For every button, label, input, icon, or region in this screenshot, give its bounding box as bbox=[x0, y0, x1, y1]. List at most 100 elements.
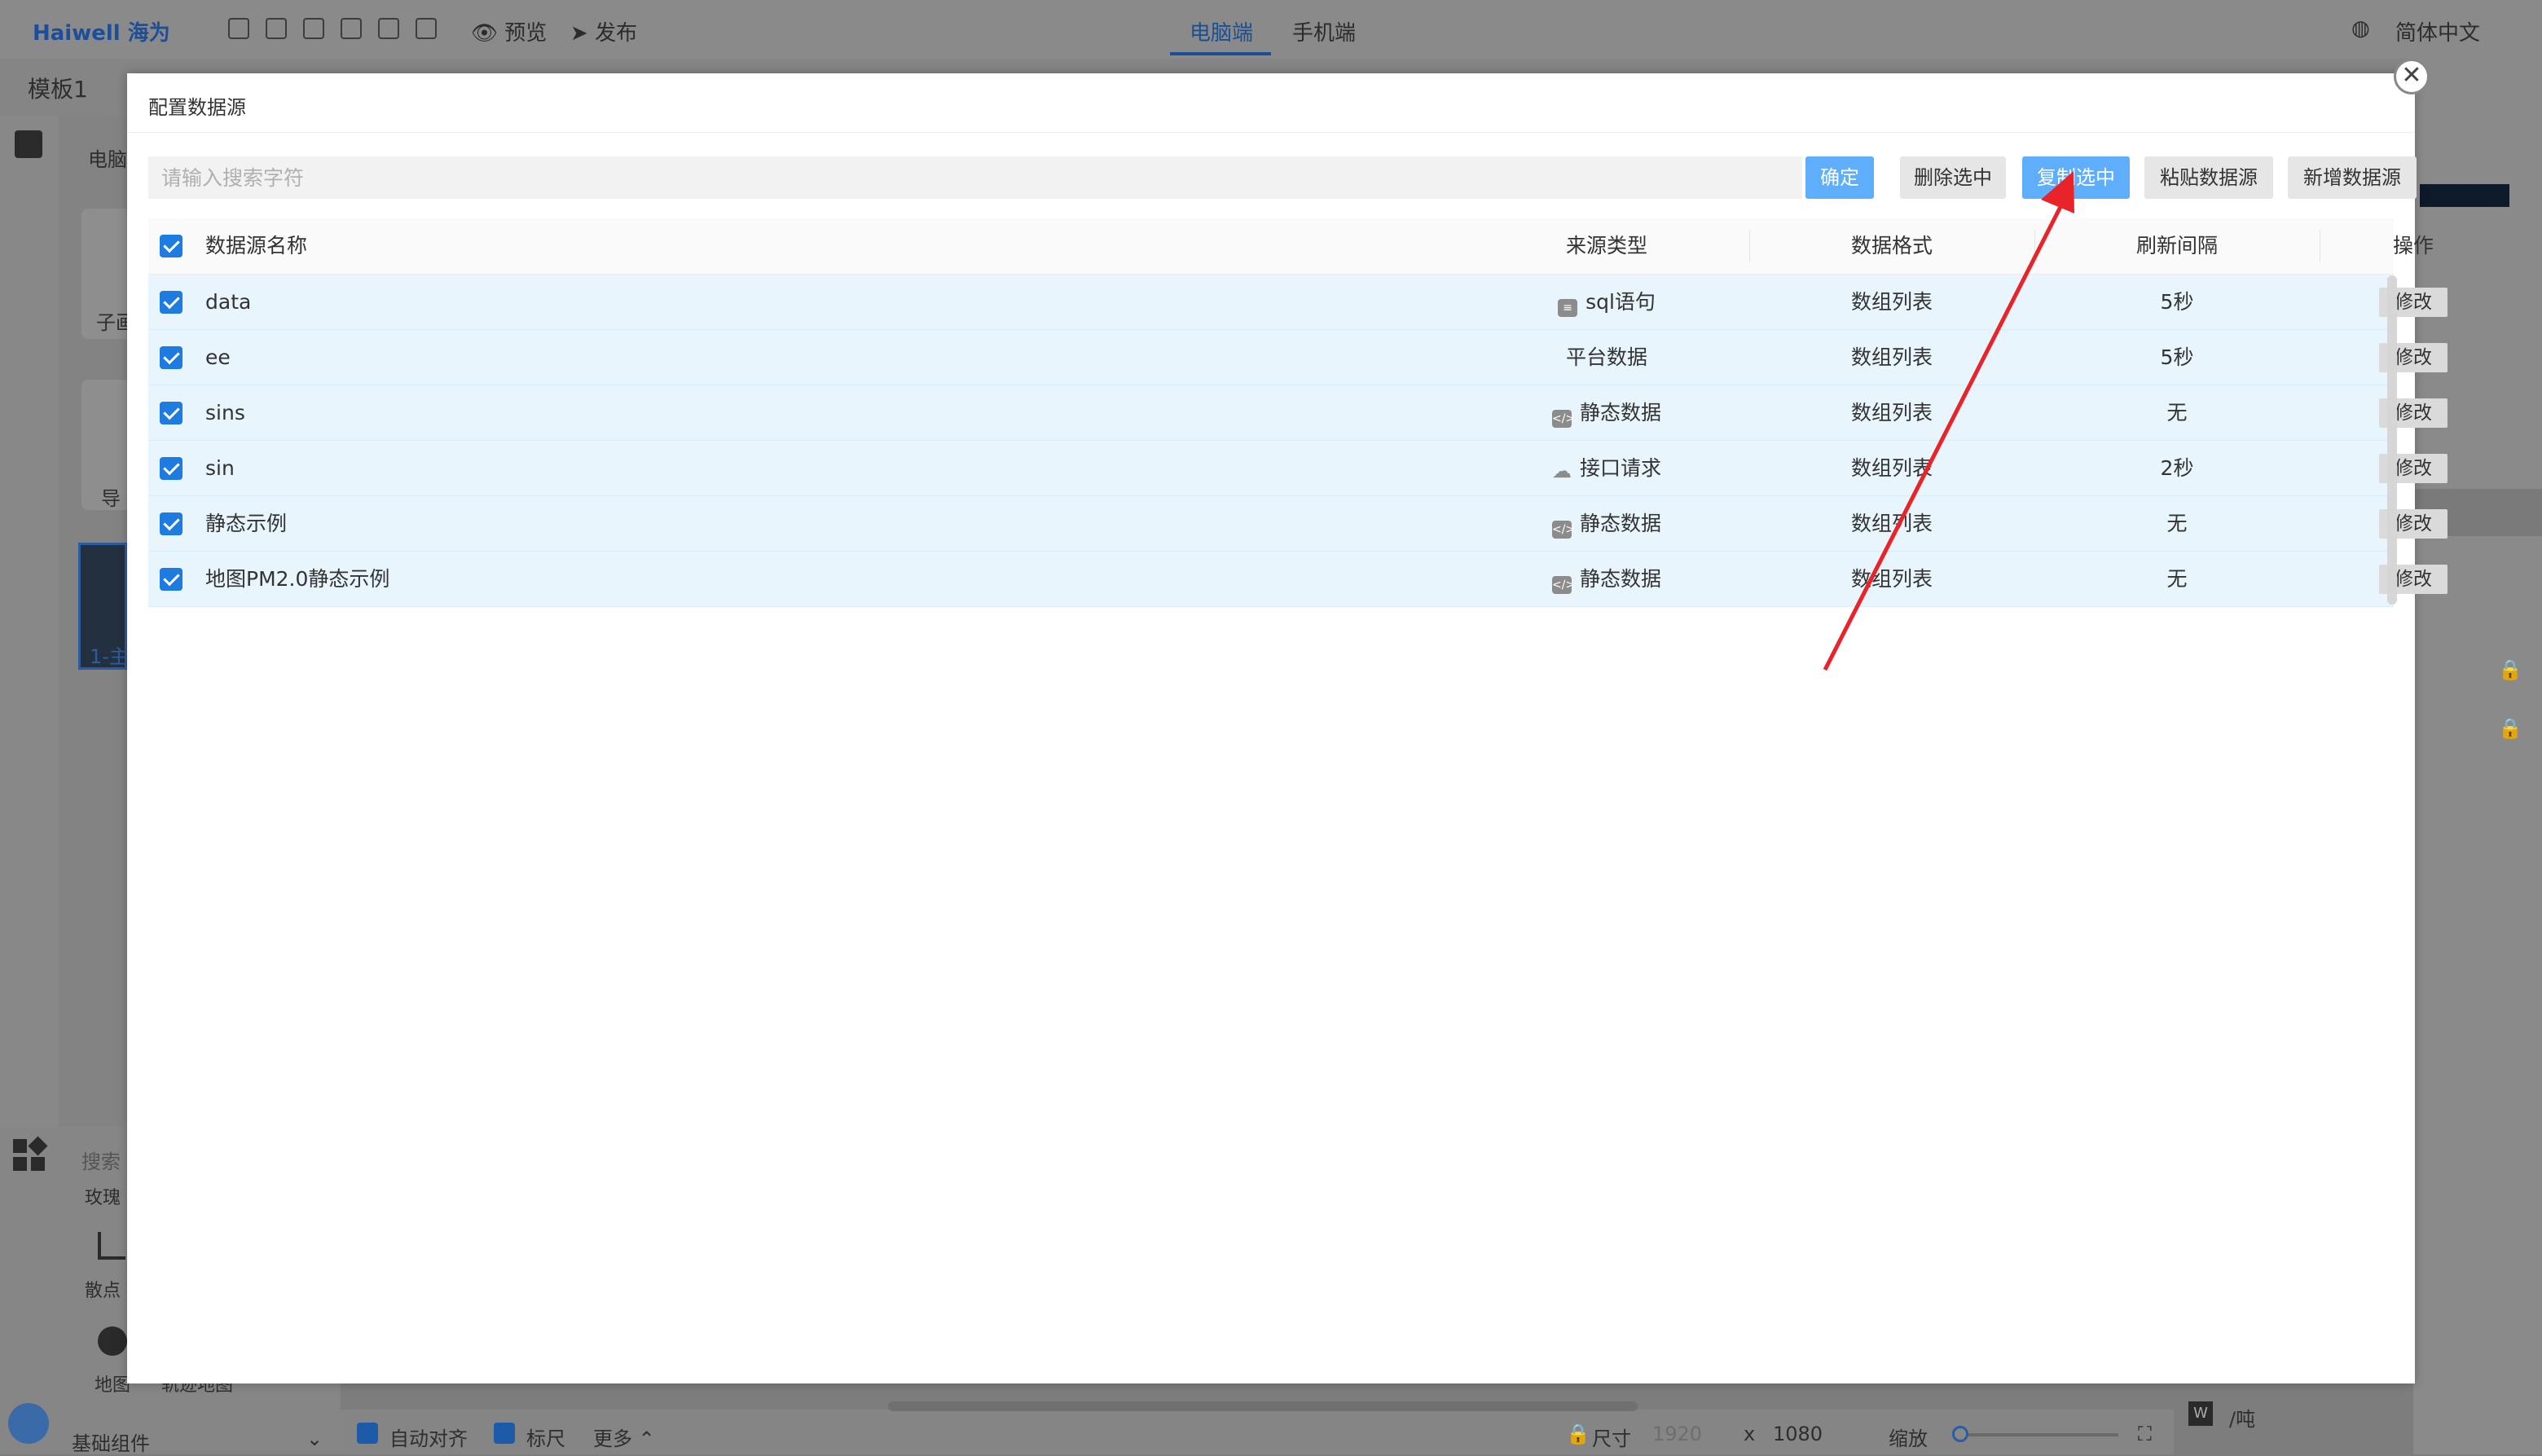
table-row[interactable]: sin ☁ 接口请求 数组列表 2秒 修改 bbox=[148, 441, 2447, 496]
page-card-label: 导 bbox=[101, 487, 121, 510]
code-icon: </> bbox=[1551, 521, 1575, 539]
note-icon[interactable] bbox=[378, 18, 399, 39]
source-type-cell: </> 静态数据 bbox=[1464, 496, 1749, 551]
data-format: 数组列表 bbox=[1850, 567, 1933, 591]
width-input[interactable]: 1920 bbox=[1652, 1423, 1702, 1445]
component-label: 玫瑰 bbox=[85, 1188, 121, 1208]
table-scrollbar[interactable] bbox=[2387, 275, 2397, 605]
ruler-label: 标尺 bbox=[526, 1427, 565, 1450]
chevron-down-icon[interactable]: ⌄ bbox=[306, 1427, 323, 1450]
source-type-label: 静态数据 bbox=[1579, 567, 1661, 591]
modal-title: 配置数据源 bbox=[148, 96, 246, 119]
row-checkbox[interactable] bbox=[160, 512, 183, 535]
copy-selected-button[interactable]: 复制选中 bbox=[2022, 156, 2130, 199]
column-header-actions: 操作 bbox=[2392, 234, 2434, 257]
add-datasource-button[interactable]: 新增数据源 bbox=[2288, 156, 2417, 199]
table-row[interactable]: 地图PM2.0静态示例 </> 静态数据 数组列表无修改 bbox=[148, 552, 2447, 607]
lock-icon[interactable]: 🔒 bbox=[1566, 1423, 1590, 1445]
tab-desktop-underline bbox=[1170, 52, 1271, 55]
lock-icon[interactable]: 🔒 bbox=[2498, 717, 2522, 740]
source-type-label: 接口请求 bbox=[1579, 456, 1661, 480]
unit-label: /吨 bbox=[2229, 1408, 2256, 1431]
source-type-cell: </> 静态数据 bbox=[1464, 385, 1749, 440]
data-format: 数组列表 bbox=[1850, 290, 1933, 314]
row-checkbox[interactable] bbox=[160, 346, 183, 369]
source-type-label: 静态数据 bbox=[1579, 512, 1661, 535]
table-row[interactable]: ee 平台数据 数组列表 5秒 修改 bbox=[148, 330, 2447, 385]
source-type-cell: ☁ 接口请求 bbox=[1464, 441, 1749, 495]
image-icon[interactable] bbox=[266, 18, 287, 39]
datasource-name: ee bbox=[205, 345, 231, 369]
more-menu[interactable]: 更多 ⌃ bbox=[593, 1423, 655, 1451]
app-logo[interactable]: Haiwell 海为 bbox=[33, 16, 170, 46]
row-checkbox[interactable] bbox=[160, 291, 183, 314]
tab-mobile[interactable]: 手机端 bbox=[1292, 16, 1356, 46]
language-select[interactable]: 简体中文 bbox=[2395, 16, 2480, 46]
base-components-header[interactable]: 基础组件 bbox=[72, 1427, 150, 1456]
search-input[interactable] bbox=[148, 156, 1802, 199]
variable-icon[interactable] bbox=[303, 18, 324, 39]
height-input[interactable]: 1080 bbox=[1773, 1423, 1823, 1445]
modal-header: 配置数据源 bbox=[127, 73, 2415, 133]
publish-label: 发布 bbox=[595, 21, 638, 46]
datasource-name: sins bbox=[205, 401, 245, 424]
page-thumbnail-label: 1-主 bbox=[90, 645, 129, 668]
refresh-interval: 5秒 bbox=[2160, 290, 2194, 314]
map-globe-icon[interactable] bbox=[98, 1326, 127, 1356]
row-checkbox[interactable] bbox=[160, 457, 183, 480]
source-type-label: 静态数据 bbox=[1579, 401, 1661, 424]
preview-label: 预览 bbox=[504, 21, 548, 46]
close-modal-button[interactable]: ✕ bbox=[2394, 59, 2430, 95]
source-type-cell: </> 静态数据 bbox=[1464, 552, 1749, 606]
globe-icon[interactable]: ◍ bbox=[2351, 16, 2370, 41]
data-format: 数组列表 bbox=[1850, 456, 1933, 480]
layers-icon[interactable] bbox=[341, 18, 362, 39]
publish-button[interactable]: ➤ 发布 bbox=[570, 16, 637, 46]
auto-align-checkbox[interactable] bbox=[357, 1423, 378, 1444]
fit-screen-icon[interactable]: ⛶ bbox=[2138, 1423, 2152, 1445]
translate-icon[interactable] bbox=[228, 18, 249, 39]
datasource-modal: 配置数据源 确定 删除选中 复制选中 粘贴数据源 新增数据源 数据源名称 来源类… bbox=[127, 73, 2447, 1383]
document-title[interactable]: 模板1 bbox=[28, 72, 88, 104]
select-all-checkbox[interactable] bbox=[160, 235, 183, 257]
data-format: 数组列表 bbox=[1850, 401, 1933, 424]
delete-selected-button[interactable]: 删除选中 bbox=[1900, 156, 2006, 199]
assistant-icon[interactable] bbox=[8, 1403, 49, 1444]
pages-icon[interactable] bbox=[15, 130, 42, 158]
zoom-slider-thumb[interactable] bbox=[1952, 1426, 1968, 1442]
word-icon[interactable]: W bbox=[2188, 1401, 2213, 1426]
component-search[interactable]: 搜索 bbox=[81, 1146, 121, 1174]
source-type-label: 平台数据 bbox=[1565, 345, 1647, 369]
left-panel-tab[interactable]: 电脑 bbox=[88, 143, 127, 172]
color-swatch[interactable] bbox=[2420, 184, 2509, 207]
paste-datasource-button[interactable]: 粘贴数据源 bbox=[2144, 156, 2273, 199]
source-type-cell: ≡ sql语句 bbox=[1464, 275, 1749, 329]
left-icon-strip bbox=[0, 116, 59, 1126]
link-icon[interactable] bbox=[416, 18, 437, 39]
component-label: 散点 bbox=[85, 1281, 121, 1301]
auto-align-label: 自动对齐 bbox=[389, 1427, 468, 1450]
table-header: 数据源名称 来源类型 数据格式 刷新间隔 操作 bbox=[148, 218, 2434, 275]
refresh-interval: 无 bbox=[2166, 512, 2188, 535]
code-icon: </> bbox=[1551, 576, 1575, 594]
cloud-icon: ☁ bbox=[1551, 460, 1572, 482]
horizontal-scrollbar[interactable] bbox=[888, 1401, 1638, 1411]
row-checkbox[interactable] bbox=[160, 402, 183, 424]
refresh-interval: 5秒 bbox=[2160, 345, 2194, 369]
table-row[interactable]: 静态示例 </> 静态数据 数组列表无修改 bbox=[148, 496, 2447, 552]
tab-desktop[interactable]: 电脑端 bbox=[1190, 16, 1253, 46]
row-checkbox[interactable] bbox=[160, 568, 183, 591]
zoom-slider[interactable] bbox=[1955, 1433, 2118, 1436]
lock-icon[interactable]: 🔒 bbox=[2498, 658, 2522, 681]
preview-button[interactable]: 👁 预览 bbox=[471, 16, 547, 46]
source-type-cell: 平台数据 bbox=[1464, 330, 1749, 385]
refresh-interval: 2秒 bbox=[2160, 456, 2194, 480]
confirm-button[interactable]: 确定 bbox=[1805, 156, 1874, 199]
table-row[interactable]: sins </> 静态数据 数组列表无修改 bbox=[148, 385, 2447, 441]
column-header-name: 数据源名称 bbox=[205, 234, 308, 257]
scatter-chart-icon[interactable] bbox=[98, 1232, 125, 1260]
ruler-checkbox[interactable] bbox=[494, 1423, 515, 1444]
components-grid-icon[interactable] bbox=[13, 1136, 48, 1172]
table-row[interactable]: data ≡ sql语句 数组列表 5秒 修改 bbox=[148, 275, 2447, 330]
refresh-interval: 无 bbox=[2166, 567, 2188, 591]
